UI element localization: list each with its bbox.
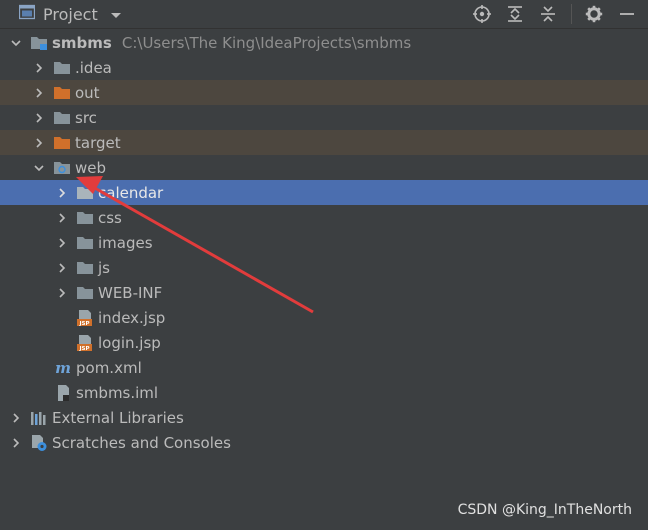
tree-row-label: .idea: [75, 58, 112, 77]
tree-row-smbms-iml[interactable]: smbms.iml: [0, 380, 648, 405]
tree-row-src[interactable]: src: [0, 105, 648, 130]
tree-row-js[interactable]: js: [0, 255, 648, 280]
project-path: C:\Users\The King\IdeaProjects\smbms: [121, 33, 412, 52]
tree-row-scratches-and-consoles[interactable]: Scratches and Consoles: [0, 430, 648, 455]
tree-row-web-inf[interactable]: WEB-INF: [0, 280, 648, 305]
tree-row-label: images: [98, 233, 153, 252]
chevron-right-icon[interactable]: [8, 435, 24, 451]
scratches-icon: [30, 434, 48, 452]
tree-row-label: css: [98, 208, 122, 227]
tree-row-login-jsp[interactable]: JSP login.jsp: [0, 330, 648, 355]
maven-icon: m: [54, 359, 72, 377]
tree-row-pom-xml[interactable]: m pom.xml: [0, 355, 648, 380]
watermark-text: CSDN @King_InTheNorth: [457, 502, 632, 518]
gear-icon[interactable]: [583, 3, 605, 25]
tree-row-label: WEB-INF: [98, 283, 163, 302]
project-window-icon: [18, 4, 36, 24]
folder-icon: [53, 109, 71, 127]
minimize-icon[interactable]: [616, 3, 638, 25]
chevron-down-icon[interactable]: [110, 5, 122, 24]
tree-row-out[interactable]: out: [0, 80, 648, 105]
module-file-icon: [54, 384, 72, 402]
tree-row-label: index.jsp: [98, 308, 166, 327]
web-folder-icon: [53, 159, 71, 177]
tree-row-label: External Libraries: [52, 408, 184, 427]
tree-row-label: web: [75, 158, 107, 177]
tree-row-web[interactable]: web: [0, 155, 648, 180]
collapse-all-icon[interactable]: [537, 3, 559, 25]
tree-row-label: smbms: [52, 33, 112, 52]
chevron-down-icon[interactable]: [31, 160, 47, 176]
project-view-selector[interactable]: Project: [18, 4, 122, 24]
jsp-file-icon: JSP: [76, 334, 94, 352]
chevron-right-icon[interactable]: [54, 235, 70, 251]
chevron-right-icon[interactable]: [31, 60, 47, 76]
chevron-right-icon[interactable]: [54, 260, 70, 276]
tree-row-smbms[interactable]: smbms C:\Users\The King\IdeaProjects\smb…: [0, 30, 648, 55]
svg-text:m: m: [55, 360, 71, 376]
tree-row-label: src: [75, 108, 97, 127]
folder-icon: [76, 209, 94, 227]
locate-target-icon[interactable]: [471, 3, 493, 25]
tree-row-label: smbms.iml: [76, 383, 159, 402]
tree-row-label: pom.xml: [76, 358, 142, 377]
panel-title: Project: [43, 4, 98, 24]
tree-row-external-libraries[interactable]: External Libraries: [0, 405, 648, 430]
folder-icon: [76, 284, 94, 302]
jsp-file-icon: JSP: [76, 309, 94, 327]
folder-icon: [76, 259, 94, 277]
folder-icon: [53, 59, 71, 77]
tree-row-index-jsp[interactable]: JSP index.jsp: [0, 305, 648, 330]
module-folder-icon: [30, 34, 48, 52]
chevron-right-icon[interactable]: [54, 285, 70, 301]
tree-row-images[interactable]: images: [0, 230, 648, 255]
toolbar-separator: [571, 4, 572, 24]
excluded-folder-icon: [53, 84, 71, 102]
chevron-right-icon[interactable]: [8, 410, 24, 426]
svg-text:JSP: JSP: [78, 321, 89, 327]
library-icon: [30, 409, 48, 427]
chevron-right-icon[interactable]: [54, 210, 70, 226]
excluded-folder-icon: [53, 134, 71, 152]
tree-row-label: login.jsp: [98, 333, 161, 352]
tree-row-calendar[interactable]: calendar: [0, 180, 648, 205]
tree-row-css[interactable]: css: [0, 205, 648, 230]
chevron-right-icon[interactable]: [54, 185, 70, 201]
tree-row-label: out: [75, 83, 100, 102]
tree-row-label: calendar: [98, 183, 164, 202]
tree-row-target[interactable]: target: [0, 130, 648, 155]
chevron-right-icon[interactable]: [31, 110, 47, 126]
project-toolbar: Project: [0, 0, 648, 29]
tree-row-label: target: [75, 133, 121, 152]
folder-icon: [76, 234, 94, 252]
expand-all-icon[interactable]: [504, 3, 526, 25]
chevron-right-icon[interactable]: [31, 135, 47, 151]
folder-icon: [76, 184, 94, 202]
chevron-down-icon[interactable]: [8, 35, 24, 51]
tree-row-label: js: [98, 258, 110, 277]
tree-row-label: Scratches and Consoles: [52, 433, 231, 452]
tree-row-idea[interactable]: .idea: [0, 55, 648, 80]
svg-text:JSP: JSP: [78, 346, 89, 352]
chevron-right-icon[interactable]: [31, 85, 47, 101]
